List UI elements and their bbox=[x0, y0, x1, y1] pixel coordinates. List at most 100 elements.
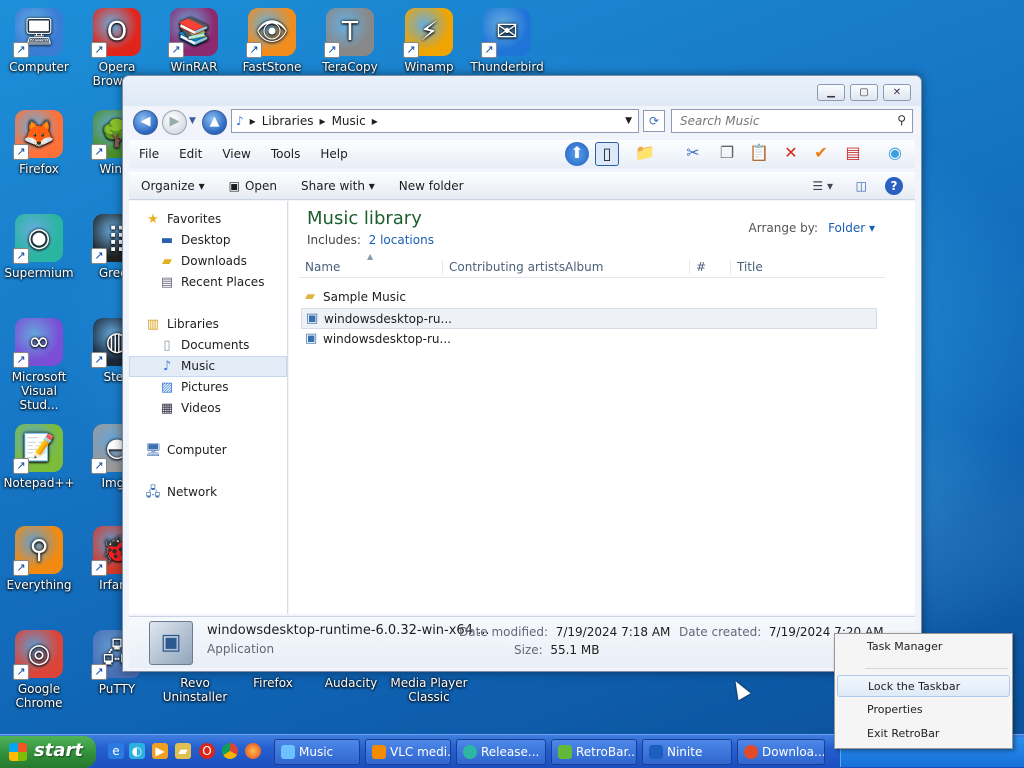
taskbar-button-downloads[interactable]: Downloa... bbox=[737, 739, 825, 765]
firefox-icon[interactable] bbox=[245, 743, 261, 759]
desktop-icon-label: Thunderbird bbox=[470, 60, 544, 74]
open-button[interactable]: ▣ Open bbox=[217, 179, 289, 193]
menu-tools[interactable]: Tools bbox=[261, 147, 311, 161]
nav-favorites[interactable]: ★ Favorites bbox=[145, 209, 287, 229]
nav-pictures[interactable]: ▨ Pictures bbox=[159, 377, 287, 397]
close-button[interactable]: ✕ bbox=[883, 84, 911, 101]
menu-item-lock-taskbar[interactable]: Lock the Taskbar bbox=[837, 675, 1010, 697]
arrange-by-dropdown[interactable]: Folder ▾ bbox=[828, 221, 875, 235]
nav-libraries[interactable]: ▥ Libraries bbox=[145, 314, 287, 334]
desktop-icon-firefox[interactable]: Firefox bbox=[234, 674, 312, 690]
breadcrumb-music[interactable]: Music bbox=[332, 114, 366, 128]
shortcut-arrow-icon: ↗ bbox=[13, 352, 29, 368]
column-title[interactable]: Title bbox=[730, 260, 763, 274]
menu-help[interactable]: Help bbox=[310, 147, 357, 161]
copy-icon[interactable]: ❐ bbox=[715, 142, 739, 166]
desktop-icon-computer[interactable]: 🖥 ↗ Computer bbox=[0, 8, 78, 74]
search-input[interactable]: Search Music ⚲ bbox=[671, 109, 913, 133]
globe-icon[interactable]: ◉ bbox=[883, 142, 907, 166]
column-album[interactable]: Album bbox=[558, 260, 603, 274]
nav-documents[interactable]: ▯ Documents bbox=[159, 335, 287, 355]
forward-button[interactable]: ▶ bbox=[162, 110, 187, 135]
desktop-icon-teracopy[interactable]: T ↗ TeraCopy bbox=[311, 8, 389, 74]
help-icon[interactable]: ? bbox=[885, 177, 903, 195]
nav-music[interactable]: ♪ Music bbox=[159, 356, 287, 376]
file-list-pane[interactable]: Music library Includes: 2 locations Arra… bbox=[289, 201, 915, 614]
paste-icon[interactable]: 📋 bbox=[747, 142, 771, 166]
desktop-icon-supermium[interactable]: ◉ ↗ Supermium bbox=[0, 214, 78, 280]
ie-icon[interactable]: e bbox=[108, 743, 124, 759]
search-icon[interactable]: ⚲ bbox=[897, 113, 906, 127]
installer-large-icon: ▣ bbox=[149, 621, 193, 665]
desktop-icon-notepad[interactable]: 📝 ↗ Notepad++ bbox=[0, 424, 78, 490]
up-button[interactable]: ▲ bbox=[202, 110, 227, 135]
list-item[interactable]: ▣ windowsdesktop-ru... bbox=[301, 308, 877, 329]
desktop-icon-media-player-classic[interactable]: Media Player Classic bbox=[390, 674, 468, 704]
locations-link[interactable]: 2 locations bbox=[369, 233, 434, 247]
menu-item-exit-retrobar[interactable]: Exit RetroBar bbox=[837, 723, 1010, 745]
taskbar-button-release[interactable]: Release... bbox=[456, 739, 546, 765]
desktop-icon-faststone[interactable]: 👁 ↗ FastStone bbox=[233, 8, 311, 74]
back-button[interactable]: ◀ bbox=[133, 110, 158, 135]
nav-videos[interactable]: ▦ Videos bbox=[159, 398, 287, 418]
folder-icon[interactable]: ▰ bbox=[175, 743, 191, 759]
menu-item-task-manager[interactable]: Task Manager bbox=[837, 636, 1010, 658]
nav-downloads[interactable]: ▰ Downloads bbox=[159, 251, 287, 271]
folder-options-icon[interactable]: 📁 bbox=[633, 142, 657, 166]
quicklaunch-icon[interactable]: ◐ bbox=[129, 743, 145, 759]
taskbar-button-vlc[interactable]: VLC medi... bbox=[365, 739, 451, 765]
column-number[interactable]: # bbox=[689, 260, 706, 274]
retrobar-icon bbox=[558, 745, 572, 759]
panes-icon[interactable]: ▯ bbox=[595, 142, 619, 166]
desktop-icon-audacity[interactable]: Audacity bbox=[312, 674, 390, 690]
checkmark-icon[interactable]: ✔ bbox=[809, 142, 833, 166]
desktop-icon-google-chrome[interactable]: ◎ ↗ Google Chrome bbox=[0, 630, 78, 710]
explorer-window[interactable]: ▁ ▢ ✕ ◀ ▶ ▼ ▲ ♪ ▸ Libraries ▸ Music ▸ ▼ … bbox=[122, 75, 922, 672]
address-bar[interactable]: ♪ ▸ Libraries ▸ Music ▸ ▼ bbox=[231, 109, 639, 133]
menu-edit[interactable]: Edit bbox=[169, 147, 212, 161]
column-contributing-artists[interactable]: Contributing artists bbox=[442, 260, 565, 274]
title-bar[interactable] bbox=[123, 76, 921, 106]
desktop-icon-firefox[interactable]: 🦊 ↗ Firefox bbox=[0, 110, 78, 176]
desktop-icon-winamp[interactable]: ⚡ ↗ Winamp bbox=[390, 8, 468, 74]
delete-icon[interactable]: ✕ bbox=[779, 142, 803, 166]
minimize-button[interactable]: ▁ bbox=[817, 84, 845, 101]
share-with-button[interactable]: Share with ▾ bbox=[289, 179, 387, 193]
organize-button[interactable]: Organize ▾ bbox=[129, 179, 217, 193]
preview-pane-icon[interactable]: ◫ bbox=[856, 179, 867, 193]
taskbar-button-ninite[interactable]: Ninite bbox=[642, 739, 732, 765]
desktop-icon-microsoft-visual-stud[interactable]: ∞ ↗ Microsoft Visual Stud... bbox=[0, 318, 78, 412]
new-folder-button[interactable]: New folder bbox=[387, 179, 476, 193]
refresh-button[interactable]: ⟳ bbox=[643, 110, 665, 132]
desktop-icon-revo-uninstaller[interactable]: Revo Uninstaller bbox=[156, 674, 234, 704]
taskbar-button-retrobar[interactable]: RetroBar... bbox=[551, 739, 637, 765]
desktop-icon-winrar[interactable]: 📚 ↗ WinRAR bbox=[155, 8, 233, 74]
quicklaunch-icon[interactable]: ▶ bbox=[152, 743, 168, 759]
nav-computer[interactable]: 🖥 Computer bbox=[145, 440, 287, 460]
desktop-icon-label: Audacity bbox=[324, 676, 378, 690]
cut-icon[interactable]: ✂ bbox=[681, 142, 705, 166]
opera-icon[interactable]: O bbox=[199, 743, 215, 759]
nav-recent-places[interactable]: ▤ Recent Places bbox=[159, 272, 287, 292]
up-arrow-icon[interactable]: ⬆ bbox=[565, 142, 589, 166]
desktop-icon-everything[interactable]: ⚲ ↗ Everything bbox=[0, 526, 78, 592]
taskbar-button-music[interactable]: Music bbox=[274, 739, 360, 765]
breadcrumb-libraries[interactable]: Libraries bbox=[262, 114, 314, 128]
view-options-icon[interactable]: ☰ ▾ bbox=[812, 179, 833, 193]
column-name[interactable]: Name bbox=[299, 260, 340, 274]
start-button[interactable]: flagstart bbox=[0, 736, 96, 768]
address-dropdown-icon[interactable]: ▼ bbox=[625, 116, 632, 126]
menu-item-properties[interactable]: Properties bbox=[837, 699, 1010, 721]
chrome-icon[interactable] bbox=[222, 743, 238, 759]
properties-icon[interactable]: ▤ bbox=[841, 142, 865, 166]
menu-view[interactable]: View bbox=[212, 147, 260, 161]
shortcut-arrow-icon: ↗ bbox=[13, 248, 29, 264]
list-item[interactable]: ▰ Sample Music bbox=[301, 287, 877, 308]
maximize-button[interactable]: ▢ bbox=[850, 84, 878, 101]
menu-file[interactable]: File bbox=[129, 147, 169, 161]
nav-network[interactable]: 🖧 Network bbox=[145, 482, 287, 502]
list-item[interactable]: ▣ windowsdesktop-ru... bbox=[301, 329, 877, 350]
desktop-icon-thunderbird[interactable]: ✉ ↗ Thunderbird bbox=[468, 8, 546, 74]
nav-desktop[interactable]: ▬ Desktop bbox=[159, 230, 287, 250]
recent-pages-dropdown[interactable]: ▼ bbox=[189, 116, 196, 126]
